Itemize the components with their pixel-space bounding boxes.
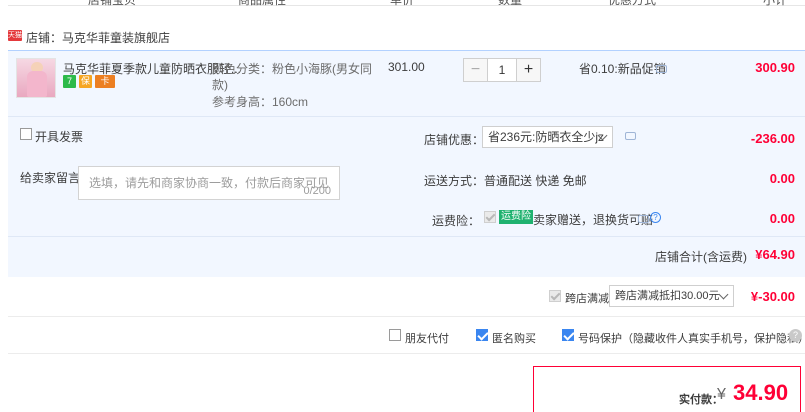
quantity-stepper: − 1 + <box>463 58 541 82</box>
seller-memo-field[interactable]: 选填，请先和商家协商一致，付款后商家可见 0/200 <box>78 166 340 200</box>
decrease-button[interactable]: − <box>464 59 488 81</box>
currency-symbol: ¥ <box>717 386 726 403</box>
column-header: 店铺宝贝 <box>88 0 137 7</box>
cross-shop-label: 跨店满减 <box>565 293 609 305</box>
friend-pay-checkbox[interactable] <box>389 329 401 341</box>
number-protect-checkbox[interactable] <box>562 329 574 341</box>
payment-summary: 实付款： ¥ 34.90 <box>533 366 801 412</box>
item-subtotal: 300.90 <box>755 60 795 75</box>
divider <box>8 316 805 317</box>
shop-total-label: 店铺合计(含运费) <box>655 250 747 264</box>
column-header: 单价 <box>390 0 415 7</box>
tmall-icon: 天猫 <box>8 30 22 41</box>
invoice-label: 开具发票 <box>35 130 84 144</box>
shop-total-value: ¥64.90 <box>755 247 795 262</box>
help-icon[interactable]: ? <box>650 212 661 223</box>
shop-row: 天猫 店铺：马克华菲童装旗舰店 <box>8 22 805 48</box>
product-attribute: 款) <box>212 78 228 92</box>
divider <box>8 116 805 117</box>
shipping-value: 普通配送 快递 免邮 <box>484 174 587 188</box>
insurance-text: 卖家赠送，退换货可赔 <box>533 213 654 227</box>
seven-day-return-icon: 7 <box>63 75 76 88</box>
help-icon[interactable]: ? <box>789 329 802 342</box>
chat-icon[interactable] <box>656 65 667 73</box>
column-header: 优惠方式 <box>608 0 657 7</box>
cart-header: 店铺宝贝 商品属性 单价 数量 优惠方式 小计 <box>8 0 805 7</box>
coupon-label: 店铺优惠： <box>424 133 485 147</box>
shop-name-link[interactable]: 店铺：马克华菲童装旗舰店 <box>26 29 170 46</box>
number-protect-label: 号码保护（隐藏收件人真实手机号，保护隐私） <box>578 333 805 345</box>
anonymous-label: 匿名购买 <box>492 333 536 345</box>
chat-icon[interactable] <box>625 132 636 140</box>
insurance-label: 运费险： <box>432 214 481 228</box>
promo-text: 省0.10:新品促销 <box>579 62 666 76</box>
insurance-amount: 0.00 <box>769 211 795 226</box>
chevron-down-icon <box>718 289 729 300</box>
column-header: 小计 <box>763 0 788 7</box>
cross-shop-select[interactable]: 跨店满减抵扣30.00元 <box>609 285 734 307</box>
product-attribute: 参考身高：160cm <box>212 95 309 109</box>
unit-price: 301.00 <box>388 60 425 74</box>
cross-shop-checkbox <box>549 290 561 302</box>
card-icon: 卡 <box>95 75 115 88</box>
chat-icon[interactable] <box>638 215 649 223</box>
column-header: 商品属性 <box>238 0 287 7</box>
product-thumbnail[interactable] <box>16 58 56 98</box>
order-box <box>8 50 805 277</box>
product-attribute: 颜色分类：粉色小海豚(男女同 <box>212 62 372 76</box>
insurance-checkbox <box>484 211 496 223</box>
guarantee-icon: 保 <box>79 75 92 88</box>
insurance-tag: 运费险 <box>499 210 533 224</box>
column-header: 数量 <box>498 0 523 7</box>
shipping-amount: 0.00 <box>769 171 795 186</box>
cross-shop-amount: ¥-30.00 <box>750 289 795 304</box>
char-counter: 0/200 <box>303 185 331 197</box>
coupon-amount: -236.00 <box>750 131 795 146</box>
pay-amount: 34.90 <box>733 380 789 405</box>
invoice-checkbox[interactable] <box>20 128 32 140</box>
friend-pay-label: 朋友代付 <box>405 333 449 345</box>
increase-button[interactable]: + <box>516 59 540 81</box>
coupon-select[interactable]: 省236元:防晒衣全少jz <box>482 126 613 148</box>
divider <box>8 236 805 237</box>
quantity-input[interactable]: 1 <box>488 59 516 81</box>
divider <box>8 353 805 354</box>
anonymous-checkbox[interactable] <box>476 329 488 341</box>
shipping-label: 运送方式： <box>424 174 485 188</box>
